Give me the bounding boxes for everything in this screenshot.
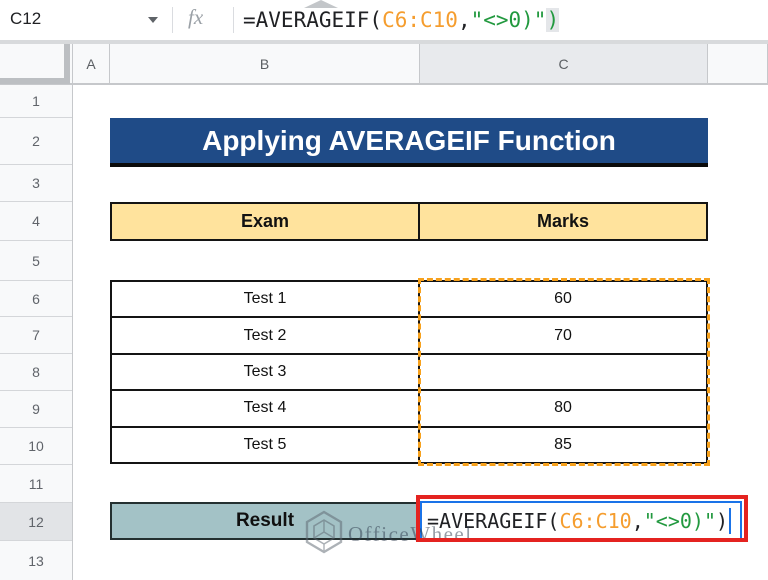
row-header-2[interactable]: 2 [0, 118, 72, 165]
formula-part: , [457, 8, 471, 32]
cell-exam[interactable]: Test 1 [112, 282, 418, 317]
formula-input[interactable]: =AVERAGEIF(C6:C10,"<>0)") [243, 8, 560, 32]
row-header-11[interactable]: 11 [0, 465, 72, 503]
cell-marks[interactable] [420, 354, 706, 390]
cell-marks[interactable]: 70 [420, 318, 706, 353]
formula-string-part: "<>0)" [643, 509, 716, 533]
cell-exam[interactable]: Test 3 [112, 354, 418, 390]
header-cell-marks[interactable]: Marks [420, 204, 706, 239]
divider [172, 7, 173, 33]
formula-part: =AVERAGEIF( [427, 509, 560, 533]
title-banner-cell[interactable]: Applying AVERAGEIF Function [110, 118, 708, 167]
formula-range-part: C6:C10 [382, 8, 458, 32]
active-cell-editor[interactable]: =AVERAGEIF(C6:C10, "<>0)") [420, 501, 742, 541]
name-box-dropdown-icon[interactable] [148, 17, 158, 23]
row-header-10[interactable]: 10 [0, 428, 72, 465]
formula-part: , [631, 509, 644, 533]
row-header-8[interactable]: 8 [0, 354, 72, 391]
table-header-row: Exam Marks [110, 202, 708, 241]
row-header-strip: 1 2 3 4 5 6 7 8 9 10 11 12 13 [0, 85, 73, 580]
row-header-6[interactable]: 6 [0, 281, 72, 317]
row-header-9[interactable]: 9 [0, 391, 72, 428]
cell-exam[interactable]: Test 5 [112, 427, 418, 462]
column-header-c[interactable]: C [420, 44, 708, 83]
cell-marks[interactable]: 60 [420, 282, 706, 317]
header-cell-exam[interactable]: Exam [112, 204, 418, 239]
collapsed-panel-caret-icon [304, 0, 338, 8]
spreadsheet-app: C12 fx =AVERAGEIF(C6:C10,"<>0)") A B C 1… [0, 0, 768, 580]
formula-string-part: "<>0)" [470, 8, 547, 32]
cell-name-box[interactable]: C12 [10, 9, 41, 29]
column-header-a[interactable]: A [73, 44, 110, 83]
column-header-strip: A B C [0, 44, 768, 85]
formula-range-part: C6:C10 [559, 509, 632, 533]
divider [233, 7, 234, 33]
row-header-7[interactable]: 7 [0, 317, 72, 354]
column-header-d[interactable] [708, 44, 768, 83]
row-header-1[interactable]: 1 [0, 85, 72, 118]
corner-divider-vertical [64, 44, 70, 78]
formula-bar: C12 fx =AVERAGEIF(C6:C10,"<>0)") [0, 0, 768, 40]
row-header-13[interactable]: 13 [0, 541, 72, 580]
row-header-4[interactable]: 4 [0, 202, 72, 241]
cell-marks[interactable]: 85 [420, 427, 706, 462]
cell-exam[interactable]: Test 4 [112, 391, 418, 426]
row-header-5[interactable]: 5 [0, 241, 72, 281]
fx-icon: fx [188, 5, 204, 29]
formula-part: =AVERAGEIF( [243, 8, 383, 32]
cell-exam[interactable]: Test 2 [112, 318, 418, 353]
row-header-3[interactable]: 3 [0, 165, 72, 202]
cell-marks[interactable]: 80 [420, 391, 706, 426]
row-header-12[interactable]: 12 [0, 503, 72, 541]
formula-closing-paren: ) [546, 8, 560, 32]
corner-divider-horizontal [0, 78, 70, 84]
column-header-b[interactable]: B [110, 44, 420, 83]
text-cursor [729, 508, 732, 534]
result-label-cell[interactable]: Result [110, 502, 420, 540]
formula-closing-paren: ) [716, 509, 729, 533]
data-table: Test 1 60 Test 2 70 Test 3 Test 4 80 Tes… [110, 280, 708, 464]
